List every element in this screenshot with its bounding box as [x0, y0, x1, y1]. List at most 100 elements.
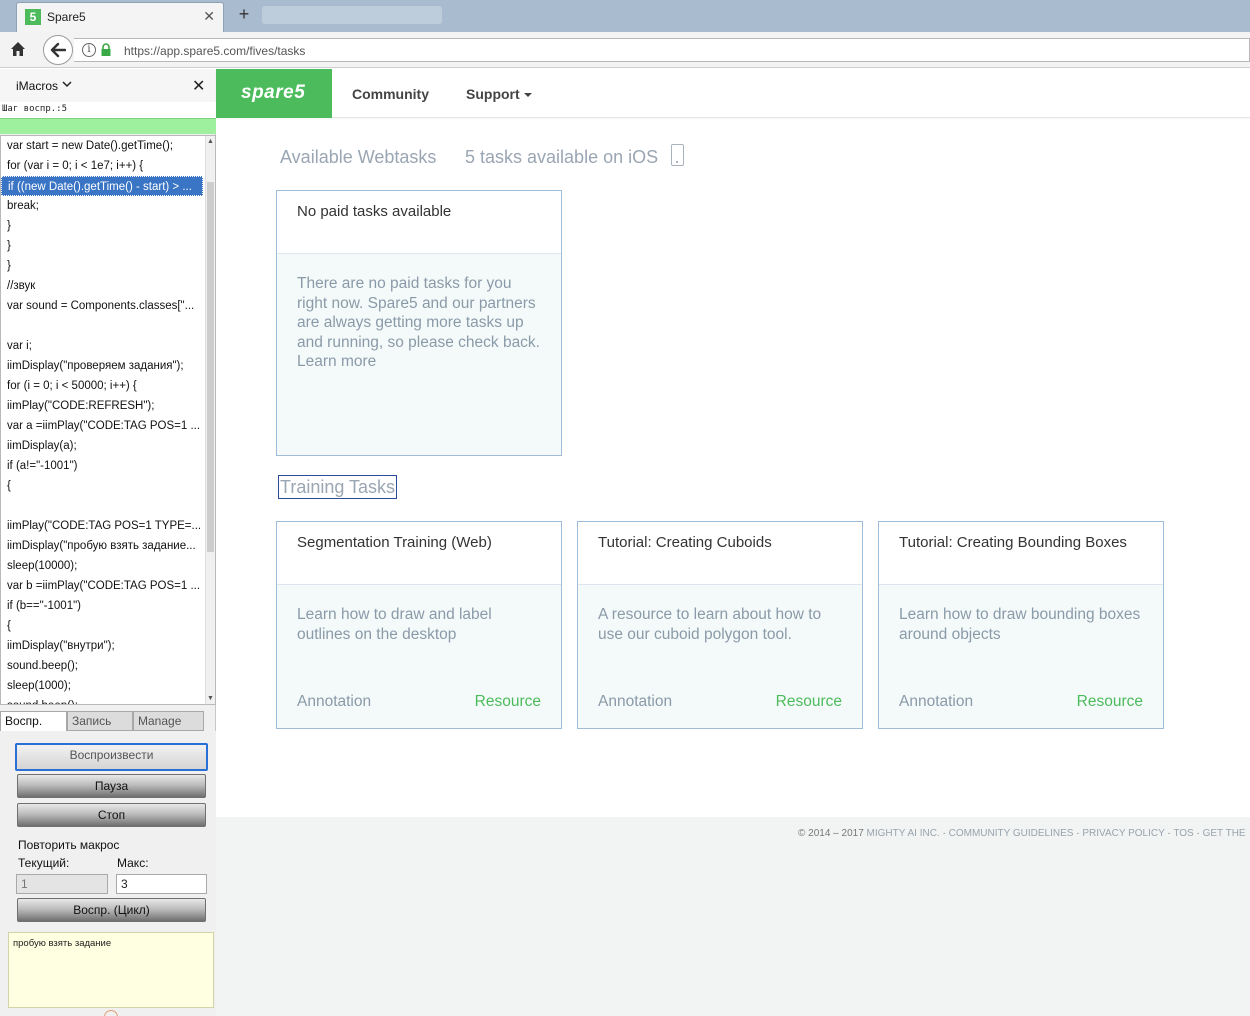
pause-button[interactable]: Пауза [17, 774, 206, 798]
max-iteration-field[interactable]: 3 [116, 874, 207, 894]
code-line[interactable]: iimPlay("CODE:REFRESH"); [1, 396, 203, 416]
caret-down-icon [523, 93, 532, 98]
address-bar[interactable]: i https://app.spare5.com/fives/tasks [74, 38, 1250, 62]
training-tasks-heading[interactable]: Training Tasks [278, 475, 398, 499]
paid-tasks-card: No paid tasks available There are no pai… [276, 190, 562, 456]
code-line[interactable]: if ((new Date().getTime() - start) > ... [1, 176, 203, 196]
nav-support[interactable]: Support [466, 86, 532, 102]
available-webtasks-heading: Available Webtasks [280, 147, 437, 167]
play-loop-button[interactable]: Воспр. (Цикл) [17, 898, 206, 922]
code-line[interactable]: sleep(10000); [1, 556, 203, 576]
max-label: Макс: [117, 856, 149, 870]
code-lines: var start = new Date().getTime(); for (va… [1, 136, 215, 704]
card-header: Tutorial: Creating Cuboids [578, 522, 862, 585]
footer-guidelines-link[interactable]: COMMUNITY GUIDELINES [949, 828, 1074, 839]
code-line[interactable]: var start = new Date().getTime(); [1, 136, 203, 156]
code-line[interactable]: for (i = 0; i < 50000; i++) { [1, 376, 203, 396]
learn-more-link[interactable]: Learn more [297, 353, 376, 370]
macro-code-view[interactable]: var start = new Date().getTime(); for (va… [0, 135, 216, 705]
logo[interactable]: spare5 [216, 69, 332, 118]
url-text: https://app.spare5.com/fives/tasks [124, 44, 306, 58]
code-line[interactable]: var sound = Components.classes["... [1, 296, 203, 316]
close-tab-icon[interactable]: ✕ [203, 8, 215, 25]
code-line[interactable]: } [1, 236, 203, 256]
code-line[interactable]: iimPlay("CODE:TAG POS=1 TYPE=... [1, 516, 203, 536]
code-scrollbar[interactable]: ▲ ▼ [205, 136, 215, 704]
card-header: Tutorial: Creating Bounding Boxes [879, 522, 1163, 585]
back-button[interactable] [43, 35, 73, 65]
code-line[interactable]: { [1, 476, 203, 496]
card-header: Segmentation Training (Web) [277, 522, 561, 585]
code-line[interactable]: iimDisplay("пробую взять задание... [1, 536, 203, 556]
status-display: пробую взять задание [8, 932, 214, 1008]
nav-community[interactable]: Community [352, 86, 429, 102]
home-icon[interactable] [10, 41, 26, 57]
code-line[interactable]: break; [1, 196, 203, 216]
footer-links: © 2014 – 2017 MIGHTY AI INC. · COMMUNITY… [798, 828, 1246, 839]
code-line[interactable]: { [1, 616, 203, 636]
imacros-tabs: Воспр. Запись Manage [0, 711, 216, 731]
new-tab-plus-icon[interactable]: + [234, 4, 254, 25]
info-icon[interactable]: i [82, 43, 96, 57]
code-line[interactable]: var i; [1, 336, 203, 356]
play-button[interactable]: Воспроизвести [15, 743, 208, 771]
code-line[interactable]: if (b=="-1001") [1, 596, 203, 616]
card-title: Tutorial: Creating Cuboids [598, 534, 772, 551]
ios-tasks-link[interactable]: 5 tasks available on iOS [465, 147, 658, 168]
code-line[interactable]: //звук [1, 276, 203, 296]
tab-play[interactable]: Воспр. [0, 711, 67, 731]
scroll-down-arrow-icon[interactable]: ▼ [207, 695, 214, 702]
code-line[interactable]: iimDisplay("проверяем задания"); [1, 356, 203, 376]
footer-privacy-link[interactable]: PRIVACY POLICY [1082, 828, 1164, 839]
code-line[interactable]: if (a!="-1001") [1, 456, 203, 476]
scroll-up-arrow-icon[interactable]: ▲ [207, 138, 214, 145]
card-title: No paid tasks available [297, 203, 452, 220]
tab-title: Spare5 [47, 10, 86, 24]
footer-company-link[interactable]: MIGHTY AI INC. [867, 828, 940, 839]
code-line[interactable]: iimDisplay("внутри"); [1, 636, 203, 656]
lock-icon [101, 43, 111, 56]
current-label: Текущий: [18, 856, 70, 870]
browser-navbar: i https://app.spare5.com/fives/tasks [0, 32, 1250, 68]
code-line[interactable]: } [1, 216, 203, 236]
code-line[interactable] [1, 496, 203, 516]
training-card[interactable]: Segmentation Training (Web) Learn how to… [276, 521, 562, 729]
playback-progress-bar [0, 118, 216, 134]
tab-manage[interactable]: Manage [133, 711, 204, 731]
footer-tos-link[interactable]: TOS [1173, 828, 1193, 839]
footer-get-link[interactable]: GET THE [1203, 828, 1246, 839]
close-sidebar-icon[interactable]: ✕ [192, 76, 205, 96]
code-line[interactable]: var a =iimPlay("CODE:TAG POS=1 ... [1, 416, 203, 436]
code-line[interactable]: sound.beep(); [1, 656, 203, 676]
imacros-title[interactable]: iMacros [16, 79, 58, 93]
background-tab-area [262, 6, 442, 24]
code-line[interactable]: sound.beep(); [1, 696, 203, 704]
imacros-logo-icon [104, 1010, 118, 1016]
card-resource-label: Resource [775, 693, 842, 710]
code-line[interactable]: sleep(1000); [1, 676, 203, 696]
code-line[interactable] [1, 316, 203, 336]
card-title: Segmentation Training (Web) [297, 534, 492, 551]
current-iteration-field: 1 [16, 874, 108, 894]
stop-button[interactable]: Стоп [17, 803, 206, 827]
imacros-play-panel: Воспроизвести Пауза Стоп Повторить макро… [0, 731, 216, 1016]
card-body-text: There are no paid tasks for you right no… [297, 275, 540, 351]
training-card[interactable]: Tutorial: Creating Cuboids A resource to… [577, 521, 863, 729]
logo-text: spare5 [241, 82, 306, 103]
tab-record[interactable]: Запись [67, 711, 133, 731]
playback-step: Шаг воспр.:5 [0, 102, 216, 118]
code-line[interactable]: } [1, 256, 203, 276]
browser-tab-spare5[interactable]: 5 Spare5 ✕ [16, 2, 224, 32]
footer-copyright: © 2014 – 2017 [798, 828, 867, 839]
chevron-down-icon[interactable] [62, 79, 72, 92]
code-line[interactable]: var b =iimPlay("CODE:TAG POS=1 ... [1, 576, 203, 596]
card-resource-label: Resource [1076, 693, 1143, 710]
card-body: A resource to learn about how to use our… [598, 606, 822, 643]
training-card[interactable]: Tutorial: Creating Bounding Boxes Learn … [878, 521, 1164, 729]
card-title: Tutorial: Creating Bounding Boxes [899, 534, 1127, 551]
code-line[interactable]: for (var i = 0; i < 1e7; i++) { [1, 156, 203, 176]
site-navbar: spare5 Community Support [216, 69, 1250, 118]
scrollbar-thumb[interactable] [207, 182, 214, 552]
code-line[interactable]: iimDisplay(a); [1, 436, 203, 456]
arrow-left-icon [50, 42, 66, 58]
